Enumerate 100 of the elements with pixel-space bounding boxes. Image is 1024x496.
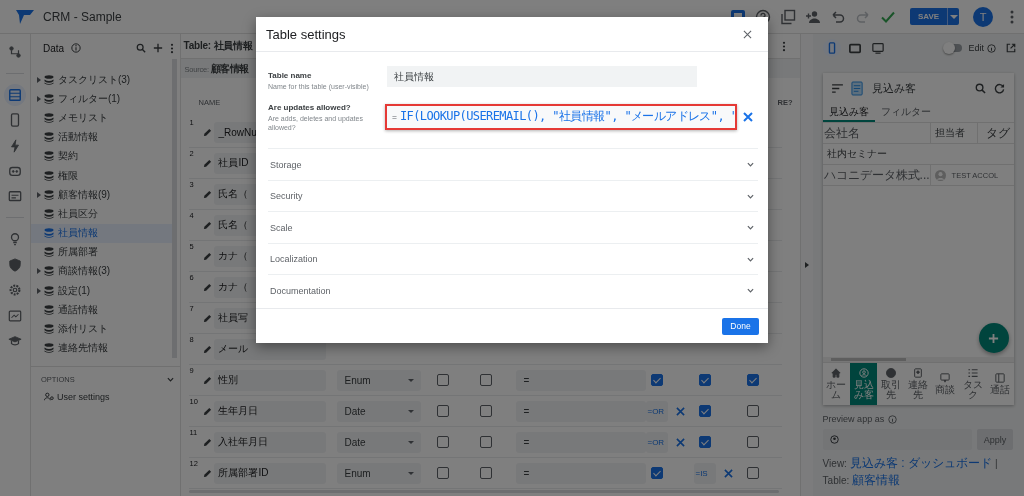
table-list-item[interactable]: 商談情報(3) [30, 261, 173, 282]
more-icon[interactable] [170, 42, 175, 54]
edit-icon[interactable] [203, 344, 213, 354]
checkbox[interactable] [437, 467, 450, 479]
table-list-item[interactable]: 権限 [30, 165, 173, 186]
table-list-item[interactable]: 通話情報 [30, 300, 173, 320]
table-link[interactable]: 顧客情報 [852, 472, 901, 489]
user-avatar[interactable]: T [973, 6, 993, 27]
edit-icon[interactable] [203, 220, 213, 230]
checkbox[interactable] [747, 405, 760, 417]
type-dropdown[interactable]: Date [337, 400, 422, 422]
search-icon[interactable] [136, 43, 147, 53]
type-dropdown[interactable]: Enum [337, 462, 422, 484]
caret-icon[interactable] [36, 76, 41, 83]
checkbox[interactable] [437, 374, 450, 386]
nav-item[interactable]: 商談 [931, 363, 959, 405]
caret-icon[interactable] [36, 95, 41, 102]
refresh-icon[interactable] [993, 82, 1005, 94]
info-icon[interactable] [987, 43, 996, 53]
checkbox[interactable] [747, 436, 760, 448]
chevron-icon[interactable] [167, 376, 175, 382]
edit-icon[interactable] [203, 437, 213, 447]
column-name-field[interactable]: 性別 [214, 369, 327, 391]
formula-field[interactable]: = [516, 431, 647, 453]
checkbox[interactable] [651, 467, 664, 479]
view-tab[interactable]: フィルター [874, 103, 937, 122]
external-link-icon[interactable] [1006, 43, 1016, 53]
add-person-icon[interactable] [805, 8, 821, 25]
user-email-field[interactable] [822, 429, 972, 450]
edit-icon[interactable] [203, 251, 213, 261]
table-list-item[interactable]: 社員区分 [30, 204, 173, 224]
search-icon[interactable] [974, 82, 986, 94]
nav-item[interactable]: 連絡先 [904, 363, 932, 405]
caret-icon[interactable] [36, 268, 41, 275]
user-settings-link[interactable]: User settings [40, 391, 175, 402]
nav-item[interactable]: 見込み客 [849, 363, 878, 405]
edit-icon[interactable] [203, 468, 213, 478]
table-list-item[interactable]: タスクリスト(3) [30, 70, 173, 90]
checkbox[interactable] [480, 405, 493, 417]
clear-icon[interactable] [724, 468, 734, 478]
table-list-item[interactable]: 契約 [30, 146, 173, 166]
formula-field[interactable]: =OR [646, 431, 669, 453]
table-list-item[interactable]: 社員情報 [30, 223, 173, 243]
settings-section[interactable]: Security [268, 179, 758, 212]
sort-icon[interactable] [831, 83, 843, 93]
checkbox[interactable] [699, 436, 712, 448]
table-name-field[interactable]: 社員情報 [387, 66, 697, 87]
checkbox[interactable] [747, 467, 760, 479]
checkbox[interactable] [480, 436, 493, 448]
view-link[interactable]: 見込み客 : ダッシュボード [849, 455, 992, 472]
checkbox[interactable] [480, 467, 493, 479]
view-tab[interactable]: 見込み客 [822, 103, 875, 122]
clear-icon[interactable] [743, 111, 753, 122]
info-icon[interactable] [71, 43, 82, 53]
nav-item[interactable]: タスク [959, 363, 987, 405]
add-button[interactable] [978, 323, 1009, 353]
edit-toggle[interactable] [944, 44, 962, 52]
more-icon[interactable] [1010, 8, 1014, 25]
settings-section[interactable]: Storage [268, 148, 758, 180]
caret-icon[interactable] [36, 287, 41, 294]
type-dropdown[interactable]: Enum [337, 369, 422, 391]
table-list-item[interactable]: 顧客情報(9) [30, 185, 173, 205]
table-list-item[interactable]: 連絡先情報 [30, 338, 173, 358]
edit-icon[interactable] [203, 406, 213, 416]
formula-field[interactable]: = IF(LOOKUP(USEREMAIL(), "社員情報", "メールアドレス", " [385, 103, 737, 130]
formula-field[interactable]: = [516, 462, 647, 484]
edit-icon[interactable] [203, 375, 213, 385]
table-list-item[interactable]: メモリスト [30, 108, 173, 128]
more-icon[interactable] [781, 40, 786, 52]
settings-section[interactable]: Documentation [268, 274, 758, 306]
copy-icon[interactable] [780, 8, 796, 25]
save-button[interactable]: SAVE [910, 8, 947, 25]
table-list-item[interactable]: 設定(1) [30, 281, 173, 301]
column-name-field[interactable]: 所属部署ID [214, 462, 327, 484]
nav-item[interactable]: 取引先 [877, 363, 905, 405]
clear-icon[interactable] [676, 437, 686, 447]
add-icon[interactable] [153, 43, 164, 53]
edit-icon[interactable] [203, 127, 213, 137]
close-icon[interactable] [743, 29, 752, 39]
checkbox[interactable] [699, 374, 712, 386]
checkbox[interactable] [437, 405, 450, 417]
nav-item[interactable]: 通話 [986, 363, 1014, 405]
edit-icon[interactable] [203, 189, 213, 199]
settings-section[interactable]: Localization [268, 242, 758, 275]
column-name-field[interactable]: 生年月日 [214, 400, 327, 422]
settings-section[interactable]: Scale [268, 211, 758, 243]
nav-item[interactable]: ホーム [822, 363, 850, 405]
checkbox[interactable] [747, 374, 760, 386]
checkbox[interactable] [651, 374, 664, 386]
formula-field[interactable]: =OR [646, 400, 669, 422]
edit-icon[interactable] [203, 282, 213, 292]
done-button[interactable]: Done [722, 317, 759, 335]
undo-icon[interactable] [830, 8, 846, 25]
edit-icon[interactable] [203, 313, 213, 323]
table-icon[interactable] [3, 83, 26, 106]
phone-view-icon[interactable] [822, 39, 841, 57]
column-name-field[interactable]: 入社年月日 [214, 431, 327, 453]
info-icon[interactable] [888, 414, 898, 424]
type-dropdown[interactable]: Date [337, 431, 422, 453]
formula-field[interactable]: = [516, 369, 647, 391]
